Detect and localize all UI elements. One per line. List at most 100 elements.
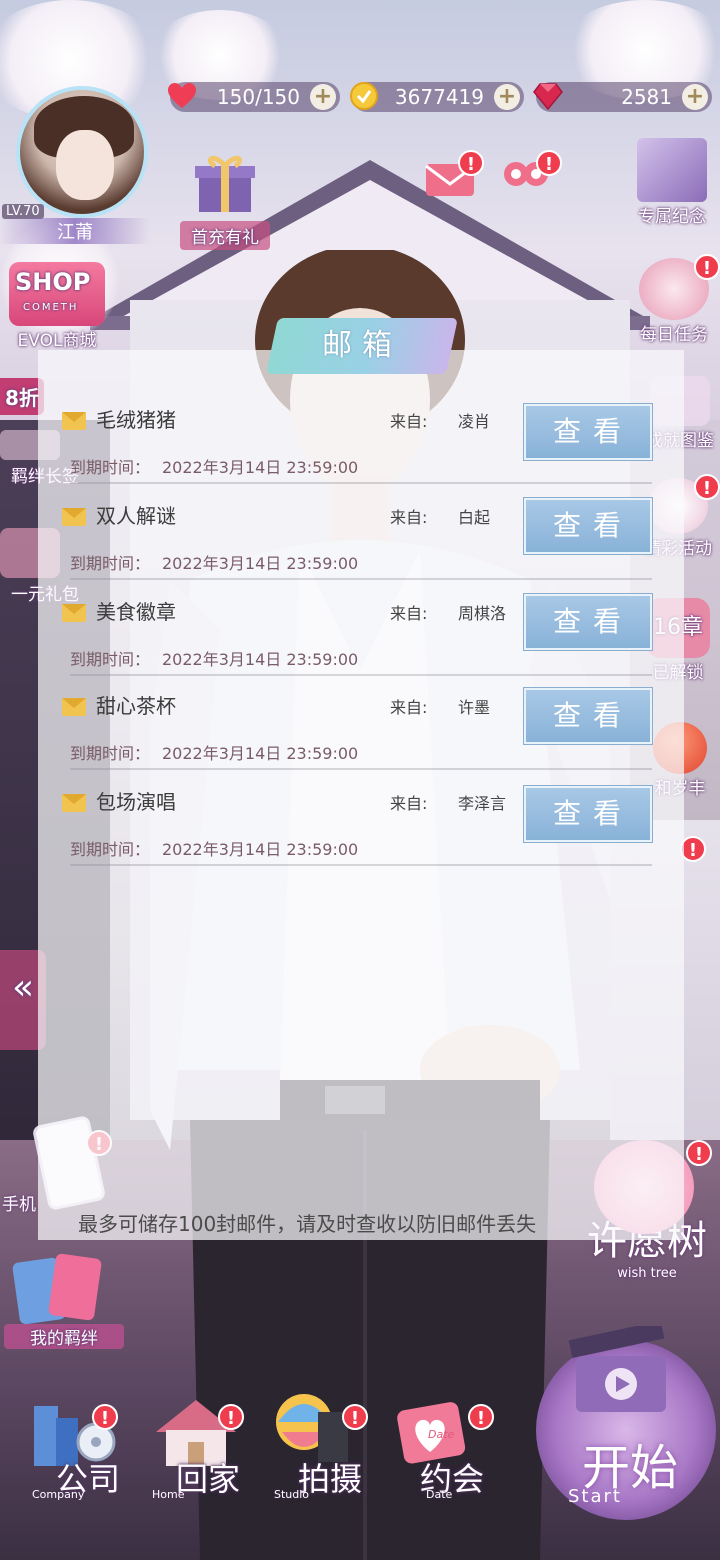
mail-sender: 李泽言 bbox=[458, 794, 507, 813]
mailbox-title: 邮箱 bbox=[322, 328, 402, 363]
home-label: 回家 bbox=[176, 1460, 241, 1498]
envelope-icon bbox=[62, 604, 86, 622]
friends-alert-badge: ! bbox=[536, 150, 562, 176]
daily-task-button[interactable]: 每日任务 ! bbox=[628, 254, 720, 345]
studio-sub: Studio bbox=[274, 1488, 310, 1501]
my-bonds-label: 我的羁绊 bbox=[4, 1324, 124, 1349]
shop-sub-text: COMETH bbox=[23, 302, 79, 313]
home-sub: Home bbox=[152, 1488, 185, 1501]
add-gems-button[interactable]: + bbox=[682, 84, 708, 110]
mail-expire-label: 到期时间： bbox=[70, 840, 151, 859]
mail-subject: 美食徽章 bbox=[96, 600, 176, 624]
my-bonds-button[interactable]: 我的羁绊 bbox=[4, 1253, 124, 1349]
mail-from-label: 来自: bbox=[390, 698, 428, 717]
view-mail-button[interactable]: 查看 bbox=[524, 688, 652, 744]
add-hearts-button[interactable]: + bbox=[310, 84, 336, 110]
daily-label: 每日任务 bbox=[640, 325, 708, 345]
player-avatar[interactable] bbox=[16, 86, 148, 218]
mail-expire-time: 2022年3月14日 23:59:00 bbox=[162, 744, 359, 763]
mail-expire-label: 到期时间： bbox=[70, 458, 151, 477]
mail-subject: 甜心茶杯 bbox=[96, 694, 176, 718]
gold-coin-icon bbox=[346, 78, 382, 114]
hearts-value: 150/150 bbox=[216, 85, 300, 109]
mail-item[interactable]: 包场演唱 来自: 李泽言 到期时间： 2022年3月14日 23:59:00 查… bbox=[62, 770, 652, 866]
mail-expire-label: 到期时间： bbox=[70, 744, 151, 763]
mail-subject: 双人解谜 bbox=[96, 504, 176, 528]
mail-expire-time: 2022年3月14日 23:59:00 bbox=[162, 650, 359, 669]
exclusive-label: 专属纪念 bbox=[638, 207, 706, 227]
evol-shop-button[interactable]: SHOP COMETH EVOL商城 bbox=[2, 262, 112, 351]
gold-counter: 3677419 + bbox=[350, 82, 524, 112]
shop-bag-icon: SHOP COMETH bbox=[9, 262, 105, 326]
player-level: LV.70 bbox=[2, 204, 44, 219]
first-charge-label: 首充有礼 bbox=[180, 221, 270, 250]
mail-sender: 许墨 bbox=[458, 698, 491, 717]
company-sub: Company bbox=[32, 1488, 85, 1501]
envelope-icon bbox=[62, 698, 86, 716]
nav-company[interactable]: 公司 Company ! bbox=[26, 1392, 146, 1512]
date-sub: Date bbox=[426, 1488, 453, 1501]
envelope-icon bbox=[62, 412, 86, 430]
mail-expire-label: 到期时间： bbox=[70, 650, 151, 669]
mailbox-capacity-note: 最多可储存100封邮件，请及时查收以防旧邮件丢失 bbox=[78, 1212, 537, 1236]
player-name: 江莆 bbox=[0, 218, 150, 244]
mail-expire-label: 到期时间： bbox=[70, 554, 151, 573]
memorial-book-icon bbox=[637, 138, 707, 202]
wish-tree-sub: wish tree bbox=[617, 1266, 677, 1281]
home-alert-badge: ! bbox=[218, 1404, 244, 1430]
card-pink bbox=[47, 1253, 103, 1321]
date-tag: Date bbox=[428, 1428, 455, 1441]
gift-box-icon bbox=[195, 155, 255, 212]
nav-date[interactable]: Date 约会 Date ! bbox=[390, 1392, 510, 1512]
view-mail-button[interactable]: 查看 bbox=[524, 786, 652, 842]
mail-from-label: 来自: bbox=[390, 604, 428, 623]
hearts-counter: 150/150 + bbox=[168, 82, 340, 112]
mail-expire-time: 2022年3月14日 23:59:00 bbox=[162, 554, 359, 573]
shop-label: EVOL商城 bbox=[17, 331, 97, 351]
mail-alert-badge: ! bbox=[458, 150, 484, 176]
mail-expire-time: 2022年3月14日 23:59:00 bbox=[162, 840, 359, 859]
wish-tree-alert-badge: ! bbox=[686, 1140, 712, 1166]
phone-label: 手机 bbox=[2, 1195, 36, 1215]
add-gold-button[interactable]: + bbox=[494, 84, 520, 110]
gold-value: 3677419 bbox=[394, 85, 484, 109]
mail-expire-time: 2022年3月14日 23:59:00 bbox=[162, 458, 359, 477]
first-charge-button[interactable]: 首充有礼 bbox=[180, 150, 270, 250]
mail-subject: 毛绒猪猪 bbox=[96, 408, 176, 432]
view-mail-button[interactable]: 查看 bbox=[524, 594, 652, 650]
date-alert-badge: ! bbox=[468, 1404, 494, 1430]
view-mail-button[interactable]: 查看 bbox=[524, 498, 652, 554]
bond-cards-icon bbox=[4, 1253, 124, 1325]
mailbox-title-ribbon: 邮箱 bbox=[266, 318, 458, 374]
exclusive-memorial-button[interactable]: 专属纪念 bbox=[624, 138, 720, 227]
view-mail-button[interactable]: 查看 bbox=[524, 404, 652, 460]
mail-item[interactable]: 毛绒猪猪 来自: 凌肖 到期时间： 2022年3月14日 23:59:00 查看 bbox=[62, 388, 652, 484]
clapperboard-icon bbox=[568, 1326, 666, 1412]
mail-sender: 凌肖 bbox=[458, 412, 491, 431]
mail-sender: 白起 bbox=[458, 508, 491, 527]
gem-icon bbox=[530, 78, 566, 114]
mail-item[interactable]: 双人解谜 来自: 白起 到期时间： 2022年3月14日 23:59:00 查看 bbox=[62, 484, 652, 580]
mail-from-label: 来自: bbox=[390, 508, 428, 527]
start-sub: Start bbox=[568, 1486, 622, 1507]
mail-from-label: 来自: bbox=[390, 412, 428, 431]
friends-icon-button[interactable]: ! bbox=[496, 150, 562, 203]
event-alert-badge: ! bbox=[694, 474, 720, 500]
mail-sender: 周棋洛 bbox=[458, 604, 507, 623]
mail-icon-button[interactable]: ! bbox=[420, 150, 484, 203]
mail-subject: 包场演唱 bbox=[96, 790, 176, 814]
daily-alert-badge: ! bbox=[694, 254, 720, 280]
envelope-icon bbox=[62, 508, 86, 526]
heart-icon bbox=[164, 78, 200, 114]
envelope-icon bbox=[62, 794, 86, 812]
gems-value: 2581 bbox=[621, 85, 672, 109]
company-alert-badge: ! bbox=[92, 1404, 118, 1430]
mail-from-label: 来自: bbox=[390, 794, 428, 813]
nav-studio[interactable]: 拍摄 Studio ! bbox=[268, 1392, 388, 1512]
mail-item[interactable]: 甜心茶杯 来自: 许墨 到期时间： 2022年3月14日 23:59:00 查看 bbox=[62, 674, 652, 770]
studio-alert-badge: ! bbox=[342, 1404, 368, 1430]
shop-logo-text: SHOP bbox=[15, 268, 91, 296]
nav-home[interactable]: 回家 Home ! bbox=[146, 1392, 266, 1512]
mail-item[interactable]: 美食徽章 来自: 周棋洛 到期时间： 2022年3月14日 23:59:00 查… bbox=[62, 580, 652, 676]
gems-counter: 2581 + bbox=[533, 82, 712, 112]
